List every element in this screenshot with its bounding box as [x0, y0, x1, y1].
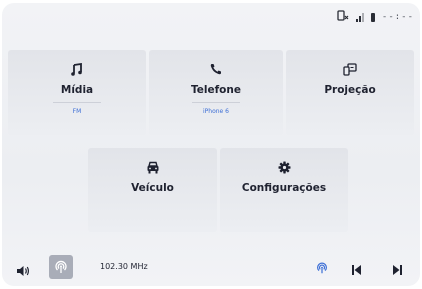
frequency-display: 102.30 MHz [100, 262, 148, 271]
tile-telefone-label: Telefone [191, 84, 241, 96]
tile-projecao-label: Projeção [324, 84, 376, 96]
tile-midia-label: Mídia [60, 84, 94, 96]
phone-link-icon [337, 9, 349, 25]
divider [192, 102, 240, 103]
car-icon [146, 160, 160, 174]
gear-icon [278, 160, 291, 174]
tile-telefone[interactable]: Telefone iPhone 6 [149, 50, 283, 135]
infotainment-screen: --:-- Mídia FM Telefone iPhone 6 Projeçã… [2, 3, 420, 286]
battery-icon [370, 12, 375, 22]
projection-icon [343, 62, 357, 76]
clock: --:-- [381, 12, 414, 22]
tile-configuracoes[interactable]: Configurações [220, 148, 348, 232]
radio-antenna-icon [55, 260, 67, 273]
bottom-bar: 102.30 MHz [2, 249, 420, 286]
radio-source-icon[interactable] [315, 260, 329, 279]
tile-veiculo[interactable]: Veículo [88, 148, 217, 232]
tile-midia-source: FM [72, 108, 82, 115]
status-bar: --:-- [337, 7, 414, 27]
tile-projecao[interactable]: Projeção [286, 50, 414, 135]
tile-telefone-device: iPhone 6 [203, 108, 229, 115]
tile-veiculo-label: Veículo [131, 182, 174, 194]
tile-configuracoes-label: Configurações [241, 182, 327, 194]
divider [53, 102, 101, 103]
previous-icon[interactable] [351, 261, 362, 280]
tile-midia[interactable]: Mídia FM [8, 50, 146, 135]
phone-icon [210, 62, 222, 76]
music-note-icon [71, 62, 83, 76]
signal-icon [355, 12, 364, 22]
next-icon[interactable] [392, 261, 403, 280]
radio-source-button[interactable] [49, 255, 73, 279]
speaker-icon[interactable] [16, 262, 30, 281]
